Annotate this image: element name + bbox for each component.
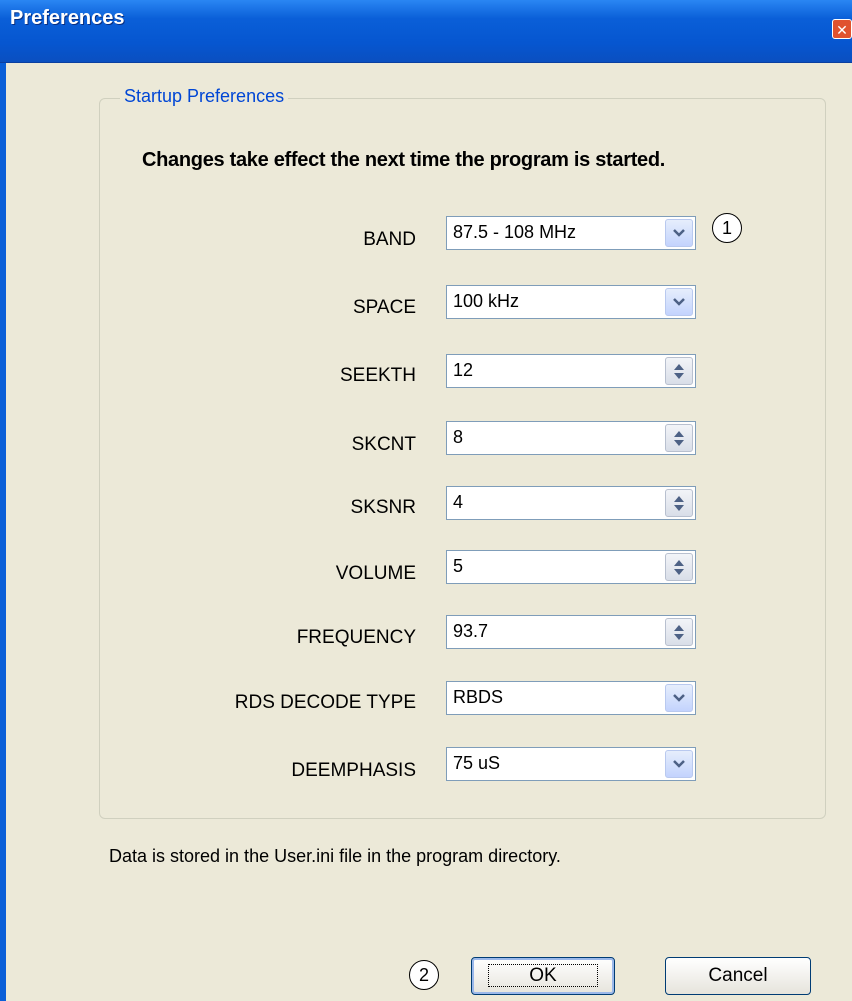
spin-arrows-icon[interactable] — [665, 424, 693, 452]
sksnr-spinner[interactable]: 4 — [446, 486, 696, 520]
deemphasis-label: DEEMPHASIS — [291, 760, 416, 781]
chevron-down-icon[interactable] — [665, 288, 693, 316]
spin-arrows-icon[interactable] — [665, 357, 693, 385]
storage-note: Data is stored in the User.ini file in t… — [109, 846, 561, 866]
deemphasis-value: 75 uS — [453, 753, 501, 773]
band-label: BAND — [363, 229, 416, 250]
rds-decode-type-label: RDS DECODE TYPE — [234, 692, 416, 713]
spin-arrows-icon[interactable] — [665, 553, 693, 581]
volume-spinner[interactable]: 5 — [446, 550, 696, 584]
sksnr-label: SKSNR — [350, 497, 416, 518]
skcnt-value: 8 — [453, 427, 464, 447]
ok-button[interactable]: OK — [471, 957, 615, 995]
seekth-label: SEEKTH — [339, 365, 416, 386]
preferences-dialog: Preferences ✕ Startup Preferences Change… — [0, 0, 852, 1001]
close-icon[interactable]: ✕ — [832, 19, 852, 39]
callout-1: 1 — [712, 213, 742, 243]
window-title: Preferences — [10, 6, 125, 29]
volume-value: 5 — [453, 556, 464, 576]
spin-arrows-icon[interactable] — [665, 489, 693, 517]
rds-decode-type-value: RBDS — [453, 687, 504, 707]
spin-arrows-icon[interactable] — [665, 618, 693, 646]
cancel-button[interactable]: Cancel — [665, 957, 811, 995]
frequency-value: 93.7 — [453, 621, 489, 641]
space-label: SPACE — [352, 297, 416, 318]
seekth-spinner[interactable]: 12 — [446, 354, 696, 388]
band-dropdown[interactable]: 87.5 - 108 MHz — [446, 216, 696, 250]
frequency-spinner[interactable]: 93.7 — [446, 615, 696, 649]
skcnt-spinner[interactable]: 8 — [446, 421, 696, 455]
chevron-down-icon[interactable] — [665, 750, 693, 778]
frequency-label: FREQUENCY — [296, 627, 416, 648]
deemphasis-dropdown[interactable]: 75 uS — [446, 747, 696, 781]
rds-decode-type-dropdown[interactable]: RBDS — [446, 681, 696, 715]
callout-2: 2 — [409, 960, 439, 990]
ok-button-label: OK — [488, 964, 598, 987]
volume-label: VOLUME — [335, 563, 416, 584]
space-dropdown[interactable]: 100 kHz — [446, 285, 696, 319]
sksnr-value: 4 — [453, 492, 464, 512]
group-legend: Startup Preferences — [120, 86, 289, 107]
chevron-down-icon[interactable] — [665, 684, 693, 712]
restart-notice: Changes take effect the next time the pr… — [142, 149, 666, 171]
band-value: 87.5 - 108 MHz — [453, 222, 577, 242]
skcnt-label: SKCNT — [351, 434, 416, 455]
title-bar[interactable]: Preferences ✕ — [0, 0, 852, 63]
seekth-value: 12 — [453, 360, 474, 380]
space-value: 100 kHz — [453, 291, 520, 311]
chevron-down-icon[interactable] — [665, 219, 693, 247]
